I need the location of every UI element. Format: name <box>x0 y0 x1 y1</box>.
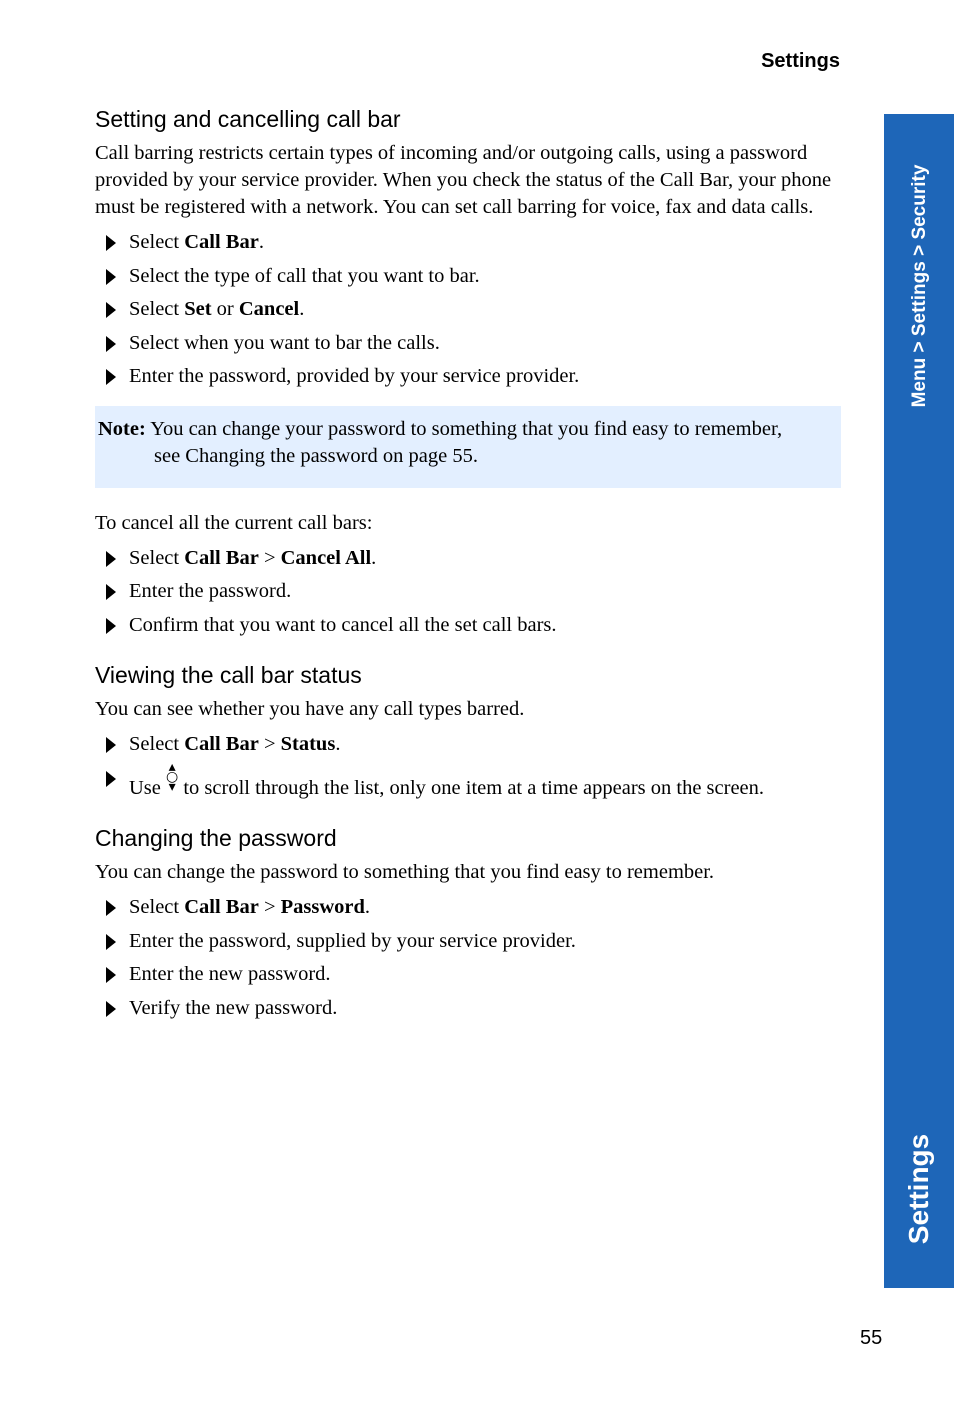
bullet-arrow-icon <box>106 900 116 916</box>
note-box: Note: You can change your password to so… <box>95 405 841 488</box>
section-heading-status: Viewing the call bar status <box>95 662 362 688</box>
page-number: 55 <box>860 1327 883 1349</box>
cancel-steps-list: Select Call Bar > Cancel All. Enter the … <box>95 542 841 643</box>
section-heading-password: Changing the password <box>95 825 337 851</box>
bullet-arrow-icon <box>106 268 116 285</box>
side-tab: Menu > Settings > Security Settings <box>884 114 954 1288</box>
list-item: Use ▴ ○ ▾ to scroll through the list, only… <box>95 758 841 806</box>
bullet-arrow-icon <box>106 369 116 385</box>
bullet-arrow-icon <box>106 335 116 352</box>
list-item: Enter the new password. <box>95 958 841 992</box>
page-content: Setting and cancelling call bar Call bar… <box>95 104 841 1025</box>
list-item: Confirm that you want to cancel all the … <box>95 609 841 643</box>
note-label: Note: <box>98 417 146 440</box>
list-item: Select the type of call that you want to… <box>95 260 841 294</box>
bullet-arrow-icon <box>106 584 116 600</box>
steps-list: Select Call Bar. Select the type of call… <box>95 226 841 394</box>
bullet-arrow-icon <box>106 617 116 634</box>
list-item: Select when you want to bar the calls. <box>95 327 841 361</box>
bullet-arrow-icon <box>106 770 116 787</box>
list-item: Select Call Bar. <box>95 226 841 260</box>
bullet-arrow-icon <box>106 550 116 567</box>
section-heading-call-bar: Setting and cancelling call bar <box>95 106 401 132</box>
note-text-cont: see Changing the password on page 55. <box>154 444 478 467</box>
list-item: Enter the password, supplied by your ser… <box>95 925 841 959</box>
list-item: Select Call Bar > Cancel All. <box>95 542 841 576</box>
bullet-arrow-icon <box>106 302 116 318</box>
status-intro: You can see whether you have any call ty… <box>95 698 525 720</box>
bullet-arrow-icon <box>106 235 116 251</box>
intro-paragraph: Call barring restricts certain types of … <box>95 142 832 218</box>
list-item: Select Call Bar > Status. <box>95 728 841 762</box>
side-section-title: Settings <box>903 1133 934 1245</box>
list-item: Enter the password, provided by your ser… <box>95 360 841 394</box>
list-item: Select Call Bar > Password. <box>95 891 841 925</box>
side-breadcrumb: Menu > Settings > Security <box>909 164 930 408</box>
cancel-intro: To cancel all the current call bars: <box>95 511 373 534</box>
list-item: Verify the new password. <box>95 992 841 1026</box>
status-steps-list: Select Call Bar > Status. Use ▴ ○ ▾ to scr… <box>95 728 841 805</box>
note-text: You can change your password to somethin… <box>150 417 783 440</box>
navigation-key-icon: ▴ ○ ▾ <box>166 758 179 795</box>
password-steps-list: Select Call Bar > Password. Enter the pa… <box>95 891 841 1025</box>
password-intro: You can change the password to something… <box>95 861 715 883</box>
bullet-arrow-icon <box>106 737 116 753</box>
bullet-arrow-icon <box>106 967 116 983</box>
bullet-arrow-icon <box>106 1000 116 1017</box>
list-item: Select Set or Cancel. <box>95 293 841 327</box>
bullet-arrow-icon <box>106 933 116 950</box>
list-item: Enter the password. <box>95 575 841 609</box>
running-header: Settings <box>761 50 840 72</box>
